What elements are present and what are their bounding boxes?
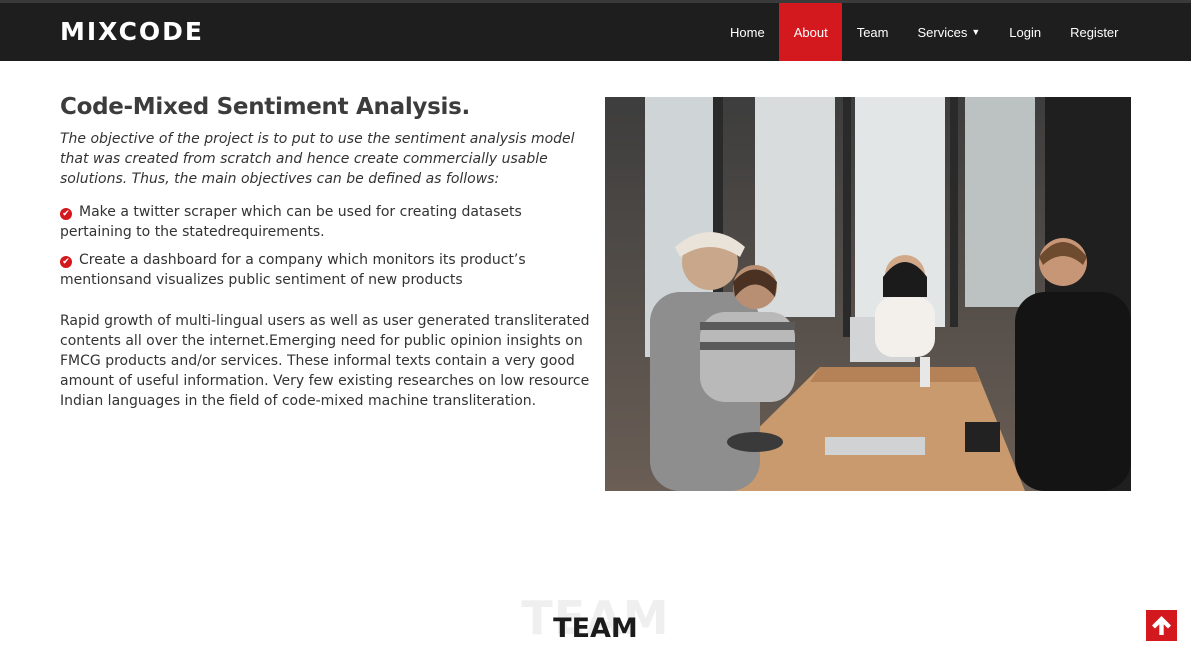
about-paragraph: Rapid growth of multi-lingual users as w…: [60, 313, 590, 409]
about-title: Code-Mixed Sentiment Analysis.: [60, 94, 470, 120]
nav-about-label: About: [793, 24, 828, 40]
list-item: ✔ Make a twitter scraper which can be use…: [60, 202, 590, 242]
nav-about[interactable]: About: [779, 3, 843, 61]
nav-login-label: Login: [1009, 24, 1042, 40]
team-title: TEAM: [553, 613, 638, 644]
nav-team[interactable]: Team: [842, 3, 903, 61]
bullet-text: Make a twitter scraper which can be used…: [60, 204, 522, 240]
list-item: ✔ Create a dashboard for a company which …: [60, 250, 590, 290]
nav-register[interactable]: Register: [1056, 3, 1133, 61]
site-logo[interactable]: MIXCODE: [60, 17, 204, 46]
check-circle-icon: ✔: [60, 208, 72, 220]
team-meeting-photo: [605, 97, 1131, 491]
objectives-list: ✔ Make a twitter scraper which can be use…: [60, 202, 590, 298]
nav-home-label: Home: [730, 24, 765, 40]
nav-services[interactable]: Services ▼: [903, 3, 995, 61]
navbar: MIXCODE Home About Team Services ▼ Login …: [0, 0, 1191, 61]
bullet-text: Create a dashboard for a company which m…: [60, 252, 526, 288]
team-section-header: TEAM TEAM: [0, 585, 1191, 655]
arrow-up-icon: [1152, 616, 1171, 635]
nav-home[interactable]: Home: [716, 3, 780, 61]
nav-register-label: Register: [1070, 24, 1119, 40]
about-intro: The objective of the project is to put t…: [60, 131, 575, 187]
nav-login[interactable]: Login: [995, 3, 1056, 61]
nav-services-label: Services: [917, 24, 968, 40]
nav-team-label: Team: [856, 24, 889, 40]
main-nav: Home About Team Services ▼ Login Register: [716, 3, 1133, 61]
chevron-down-icon: ▼: [971, 27, 981, 37]
check-circle-icon: ✔: [60, 256, 72, 268]
back-to-top-button[interactable]: [1145, 609, 1178, 642]
photo-illustration: [605, 97, 1131, 491]
